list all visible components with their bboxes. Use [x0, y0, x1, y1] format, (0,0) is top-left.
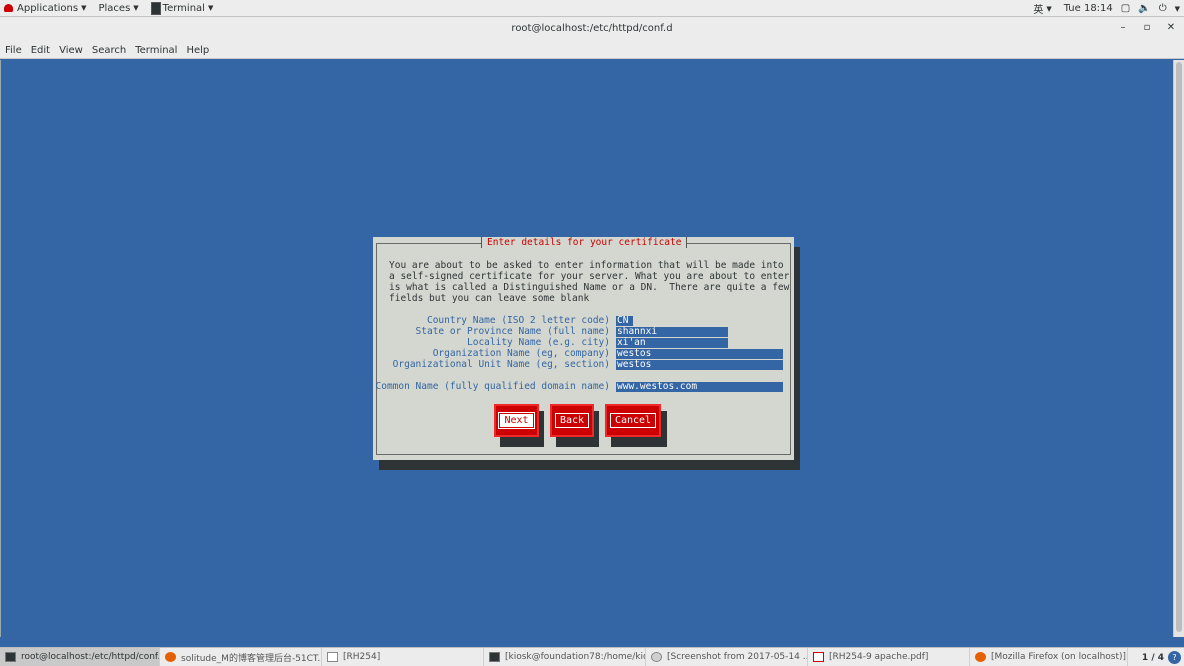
- firefox-icon: [975, 652, 986, 662]
- back-button[interactable]: Back: [550, 404, 594, 437]
- terminal-icon: [489, 652, 500, 662]
- volume-icon[interactable]: 🔈: [1138, 3, 1150, 14]
- terminal-app-label: Terminal: [162, 2, 205, 14]
- minimize-button[interactable]: –: [1118, 22, 1128, 33]
- dialog-intro-text: You are about to be asked to enter infor…: [389, 260, 790, 304]
- country-label: Country Name (ISO 2 letter code): [426, 315, 610, 326]
- menu-bar: File Edit View Search Terminal Help: [0, 42, 1184, 59]
- places-menu[interactable]: Places ▼: [94, 0, 142, 17]
- cancel-button[interactable]: Cancel: [605, 404, 661, 437]
- back-button-label: Back: [554, 413, 590, 428]
- locality-label: Locality Name (e.g. city): [467, 337, 610, 348]
- window-titlebar[interactable]: root@localhost:/etc/httpd/conf.d – ▫ ✕: [0, 17, 1184, 42]
- task-label: [kiosk@foundation78:/home/kios...: [505, 652, 645, 662]
- organization-field[interactable]: westos: [616, 349, 783, 359]
- pdf-icon: [813, 652, 824, 662]
- chevron-down-icon[interactable]: ▼: [1175, 5, 1180, 13]
- places-label: Places: [98, 2, 131, 14]
- task-label: [Mozilla Firefox (on localhost)]: [991, 652, 1127, 662]
- task-terminal[interactable]: root@localhost:/etc/httpd/conf.d: [0, 647, 160, 666]
- task-label: root@localhost:/etc/httpd/conf.d: [21, 652, 160, 662]
- org-unit-field[interactable]: westos: [616, 360, 783, 370]
- task-label: [Screenshot from 2017-05-14 ...: [667, 652, 808, 662]
- locality-field[interactable]: xi'an: [616, 338, 728, 348]
- input-method-menu[interactable]: 英 ▼: [1029, 0, 1055, 17]
- common-name-field[interactable]: www.westos.com: [616, 382, 783, 392]
- country-field[interactable]: CN: [616, 316, 633, 326]
- task-label: solitude_M的博客管理后台-51CT...: [181, 653, 322, 664]
- close-button[interactable]: ✕: [1166, 22, 1176, 33]
- task-pdf[interactable]: [RH254-9 apache.pdf]: [808, 647, 970, 666]
- firefox-icon: [165, 652, 176, 662]
- menu-edit[interactable]: Edit: [31, 45, 50, 56]
- image-viewer-icon: [651, 652, 662, 662]
- workspace-indicator[interactable]: 1 / 4: [1142, 648, 1164, 666]
- redhat-icon: [4, 4, 13, 12]
- chevron-down-icon: ▼: [133, 4, 139, 12]
- menu-view[interactable]: View: [59, 45, 83, 56]
- chevron-down-icon: ▼: [81, 4, 87, 12]
- task-firefox-blog[interactable]: solitude_M的博客管理后台-51CT...: [160, 647, 322, 666]
- terminal-icon: [150, 1, 161, 15]
- task-label: [RH254]: [343, 652, 381, 662]
- state-field[interactable]: shannxi: [616, 327, 728, 337]
- org-unit-label: Organizational Unit Name (eg, section): [392, 359, 610, 370]
- menu-help[interactable]: Help: [186, 45, 209, 56]
- terminal-icon: [5, 652, 16, 662]
- help-icon[interactable]: ?: [1168, 651, 1181, 664]
- display-icon[interactable]: ▢: [1121, 3, 1130, 14]
- input-method-label: 英: [1033, 5, 1044, 16]
- certificate-dialog: Enter details for your certificate You a…: [373, 237, 794, 460]
- chevron-down-icon: ▼: [1046, 4, 1052, 13]
- next-button[interactable]: Next: [494, 404, 539, 437]
- menu-search[interactable]: Search: [92, 45, 126, 56]
- clock[interactable]: Tue 18:14: [1064, 3, 1113, 14]
- applications-label: Applications: [17, 2, 79, 14]
- task-firefox-localhost[interactable]: [Mozilla Firefox (on localhost)]: [970, 647, 1128, 666]
- applications-menu[interactable]: Applications ▼: [0, 0, 90, 17]
- menu-file[interactable]: File: [5, 45, 22, 56]
- common-name-label: Common Name (fully qualified domain name…: [375, 381, 611, 392]
- window-title: root@localhost:/etc/httpd/conf.d: [511, 23, 673, 34]
- chevron-down-icon: ▼: [207, 4, 214, 12]
- dialog-title: Enter details for your certificate: [481, 237, 688, 248]
- top-bar: Applications ▼ Places ▼ Terminal ▼ 英 ▼ T…: [0, 0, 1184, 17]
- app-menu-terminal[interactable]: Terminal ▼: [147, 0, 218, 17]
- maximize-button[interactable]: ▫: [1142, 22, 1152, 33]
- cancel-button-label: Cancel: [609, 413, 657, 428]
- menu-terminal[interactable]: Terminal: [135, 45, 177, 56]
- task-screenshot[interactable]: [Screenshot from 2017-05-14 ...: [646, 647, 808, 666]
- status-area: 英 ▼ Tue 18:14 ▢ 🔈 ⏻ ▼: [1029, 0, 1180, 17]
- taskbar: root@localhost:/etc/httpd/conf.d solitud…: [0, 647, 1184, 666]
- organization-label: Organization Name (eg, company): [432, 348, 610, 359]
- task-kiosk-terminal[interactable]: [kiosk@foundation78:/home/kios...: [484, 647, 646, 666]
- scrollbar[interactable]: [1173, 60, 1184, 637]
- scrollbar-thumb[interactable]: [1176, 62, 1182, 632]
- document-icon: [327, 652, 338, 662]
- state-label: State or Province Name (full name): [415, 326, 610, 337]
- power-icon[interactable]: ⏻: [1159, 3, 1167, 14]
- next-button-label: Next: [498, 412, 535, 429]
- task-rh254[interactable]: [RH254]: [322, 647, 484, 666]
- task-label: [RH254-9 apache.pdf]: [829, 652, 929, 662]
